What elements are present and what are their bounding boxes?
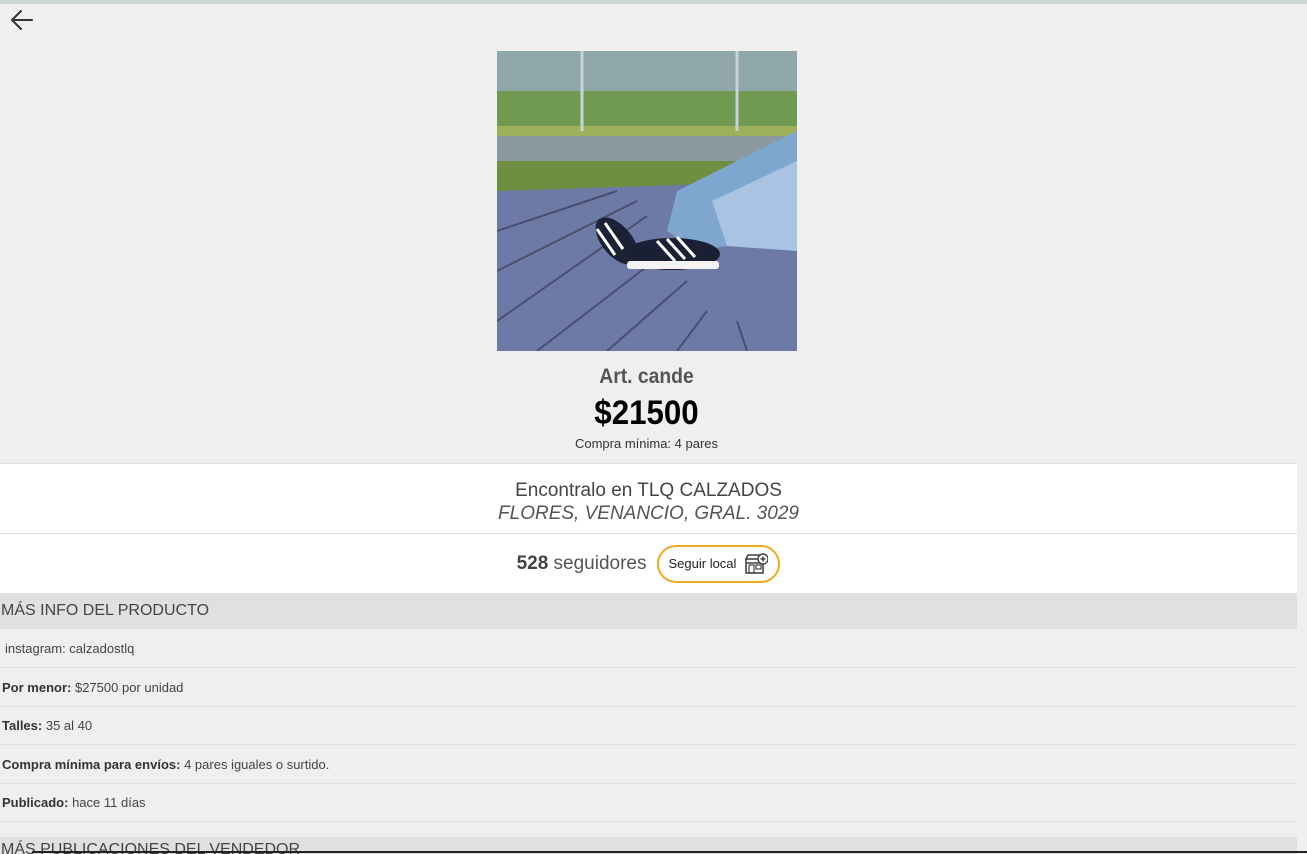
follow-store-button[interactable]: Seguir local — [656, 544, 781, 583]
retail-label: Por menor: — [2, 680, 72, 695]
followers-label: seguidores — [553, 552, 647, 574]
info-row-shipping: Compra mínima para envíos: 4 pares igual… — [0, 746, 1297, 784]
info-row-instagram: instagram: calzadostlq — [0, 630, 1297, 668]
shipping-label: Compra mínima para envíos: — [2, 757, 181, 772]
instagram-text: instagram: calzadostlq — [5, 641, 135, 656]
followers-count: 528 seguidores — [517, 553, 647, 575]
published-value: hace 11 días — [72, 795, 146, 810]
product-title: Art. cande — [599, 365, 694, 388]
shipping-value: 4 pares iguales o surtido. — [184, 757, 330, 772]
info-row-sizes: Talles: 35 al 40 — [0, 707, 1297, 745]
top-strip — [0, 0, 1307, 4]
product-price: $21500 — [594, 394, 699, 432]
product-info-header: MÁS INFO DEL PRODUCTO — [0, 593, 1297, 629]
bottom-divider — [32, 851, 1307, 853]
product-image[interactable] — [497, 51, 797, 351]
minimum-purchase: Compra mínima: 4 pares — [574, 436, 719, 451]
store-name[interactable]: Encontralo en TLQ CALZADOS — [0, 479, 1297, 502]
store-address: FLORES, VENANCIO, GRAL. 3029 — [498, 503, 799, 524]
info-row-retail: Por menor: $27500 por unidad — [0, 669, 1297, 707]
followers-number: 528 — [516, 552, 549, 574]
followers-bar: 528 seguidores Seguir local — [0, 534, 1297, 593]
sizes-label: Talles: — [2, 718, 43, 733]
sizes-value: 35 al 40 — [45, 718, 93, 733]
store-location[interactable]: Encontralo en TLQ CALZADOS FLORES, VENAN… — [0, 463, 1297, 534]
arrow-left-icon — [11, 10, 33, 30]
published-label: Publicado: — [2, 795, 69, 810]
store-add-icon — [745, 552, 769, 574]
retail-value: $27500 por unidad — [74, 680, 184, 695]
back-button[interactable] — [8, 8, 36, 32]
info-row-published: Publicado: hace 11 días — [0, 784, 1297, 822]
follow-button-label: Seguir local — [668, 556, 737, 571]
